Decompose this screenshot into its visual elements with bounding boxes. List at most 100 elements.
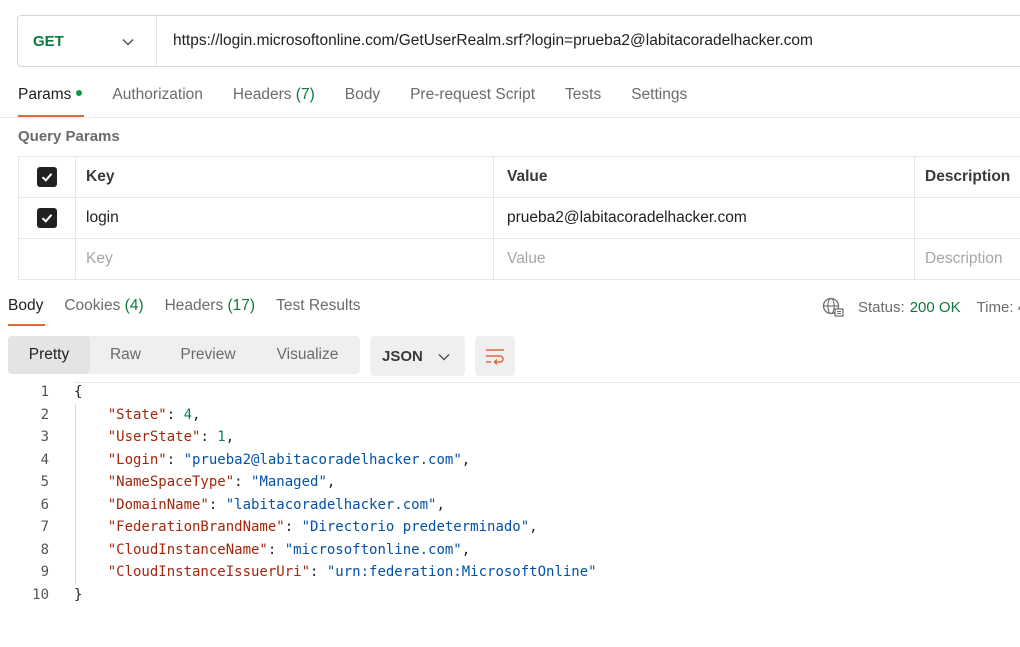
- query-params-title: Query Params: [18, 128, 120, 145]
- line-number: 9: [40, 564, 49, 581]
- code-text: "State": 4,: [49, 406, 201, 423]
- column-header-key: Key: [75, 157, 493, 197]
- json-brace: }: [74, 586, 83, 603]
- code-line: 9 "CloudInstanceIssuerUri": "urn:federat…: [0, 561, 1020, 584]
- json-value: 4: [183, 406, 193, 423]
- json-key: "State": [107, 406, 167, 423]
- view-pretty-button[interactable]: Pretty: [8, 336, 90, 374]
- code-text: "CloudInstanceIssuerUri": "urn:federatio…: [49, 564, 597, 580]
- tab-pre-request-script-label: Pre-request Script: [410, 86, 536, 103]
- param-description-input[interactable]: [914, 198, 1020, 238]
- code-text: "UserState": 1,: [49, 429, 234, 445]
- code-text: }: [49, 587, 82, 603]
- line-number: 8: [40, 541, 49, 558]
- tab-params[interactable]: Params: [18, 86, 85, 117]
- new-value-input[interactable]: Value: [493, 239, 914, 279]
- json-colon: :: [208, 496, 226, 513]
- view-preview-button[interactable]: Preview: [161, 336, 255, 374]
- param-value-input[interactable]: prueba2@labitacoradelhacker.com: [493, 198, 914, 238]
- url-input[interactable]: https://login.microsoftonline.com/GetUse…: [157, 32, 813, 50]
- code-line: 4 "Login": "prueba2@labitacoradelhacker.…: [0, 449, 1020, 472]
- tab-response-body-label: Body: [8, 297, 44, 314]
- request-url-bar: GET https://login.microsoftonline.com/Ge…: [17, 15, 1020, 67]
- tab-settings-label: Settings: [631, 86, 688, 103]
- line-number: 10: [32, 586, 49, 603]
- new-key-input[interactable]: Key: [75, 239, 493, 279]
- json-key: "DomainName": [107, 496, 209, 513]
- tab-cookies-count: (4): [124, 297, 144, 314]
- json-value: "urn:federation:MicrosoftOnline": [326, 564, 597, 581]
- tab-response-headers-label: Headers: [164, 297, 224, 314]
- code-text: "FederationBrandName": "Directorio prede…: [49, 519, 538, 535]
- code-text: "NameSpaceType": "Managed",: [49, 474, 336, 491]
- format-select[interactable]: JSON: [370, 336, 465, 376]
- wrap-lines-icon: [486, 349, 504, 365]
- tab-test-results[interactable]: Test Results: [276, 297, 360, 325]
- request-tabs: Params Authorization Headers (7) Body Pr…: [18, 86, 717, 118]
- code-line: 7 "FederationBrandName": "Directorio pre…: [0, 516, 1020, 539]
- tab-cookies-label: Cookies: [64, 297, 121, 314]
- method-select[interactable]: GET: [18, 16, 157, 66]
- view-mode-group: Pretty Raw Preview Visualize: [8, 336, 360, 374]
- code-text: "DomainName": "labitacoradelhacker.com",: [49, 497, 445, 513]
- json-colon: :: [267, 541, 285, 558]
- param-key-input[interactable]: login: [75, 198, 493, 238]
- view-raw-button[interactable]: Raw: [90, 336, 161, 374]
- code-line: 6 "DomainName": "labitacoradelhacker.com…: [0, 494, 1020, 517]
- checkbox-checked-icon[interactable]: [37, 208, 57, 228]
- view-visualize-button[interactable]: Visualize: [255, 336, 360, 374]
- json-key: "NameSpaceType": [107, 474, 235, 491]
- json-comma: ,: [436, 496, 445, 513]
- globe-network-icon[interactable]: [822, 297, 844, 317]
- json-colon: :: [166, 406, 184, 423]
- chevron-down-icon: [122, 38, 134, 46]
- format-label: JSON: [382, 347, 423, 365]
- tabs-divider: [0, 117, 1020, 118]
- json-colon: :: [234, 474, 252, 491]
- response-time[interactable]: Time: 4: [977, 299, 1020, 316]
- tab-body[interactable]: Body: [345, 86, 380, 117]
- tab-pre-request-script[interactable]: Pre-request Script: [410, 86, 535, 117]
- table-row: login prueba2@labitacoradelhacker.com: [18, 198, 1020, 239]
- tab-headers-count: (7): [295, 86, 315, 103]
- response-tabs: Body Cookies (4) Headers (17) Test Resul…: [8, 297, 382, 326]
- chevron-down-icon: [438, 353, 450, 361]
- status-code[interactable]: 200 OK: [910, 299, 961, 316]
- line-number: 1: [40, 384, 49, 401]
- json-value: "prueba2@labitacoradelhacker.com": [183, 451, 462, 468]
- json-colon: :: [284, 519, 302, 536]
- json-value: 1: [217, 429, 226, 446]
- tab-test-results-label: Test Results: [276, 297, 361, 314]
- json-comma: ,: [461, 541, 471, 558]
- json-colon: :: [200, 429, 218, 446]
- line-number: 7: [40, 519, 49, 536]
- json-value: "labitacoradelhacker.com": [225, 496, 437, 513]
- tab-response-body[interactable]: Body: [8, 297, 46, 326]
- column-header-description: Description: [914, 157, 1020, 197]
- code-line: 5 "NameSpaceType": "Managed",: [0, 471, 1020, 494]
- table-header-row: Key Value Description: [18, 157, 1020, 198]
- tab-response-headers-count: (17): [227, 297, 256, 314]
- checkbox-checked-icon[interactable]: [37, 167, 57, 187]
- json-colon: :: [166, 451, 184, 468]
- code-text: {: [49, 384, 82, 400]
- line-number: 5: [40, 474, 49, 491]
- response-body-viewer[interactable]: 1{2 "State": 4, 3 "UserState": 1, 4 "Login…: [0, 381, 1020, 606]
- code-text: "Login": "prueba2@labitacoradelhacker.co…: [49, 452, 470, 468]
- code-line: 2 "State": 4,: [0, 404, 1020, 427]
- tab-headers[interactable]: Headers (7): [233, 86, 315, 117]
- empty-checkbox-cell: [18, 239, 75, 279]
- tab-tests[interactable]: Tests: [565, 86, 601, 117]
- query-params-table: Key Value Description login prueba2@labi…: [18, 156, 1020, 280]
- tab-cookies[interactable]: Cookies (4): [64, 297, 143, 325]
- wrap-lines-button[interactable]: [475, 336, 515, 376]
- json-value: "microsoftonline.com": [284, 541, 462, 558]
- tab-response-headers[interactable]: Headers (17): [165, 297, 255, 325]
- tab-headers-label: Headers: [232, 86, 292, 103]
- code-line: 1{: [0, 381, 1020, 404]
- code-line: 8 "CloudInstanceName": "microsoftonline.…: [0, 539, 1020, 562]
- tab-authorization[interactable]: Authorization: [112, 86, 202, 117]
- tab-settings[interactable]: Settings: [631, 86, 687, 117]
- new-description-input[interactable]: Description: [914, 239, 1020, 279]
- tab-params-label: Params: [18, 86, 72, 103]
